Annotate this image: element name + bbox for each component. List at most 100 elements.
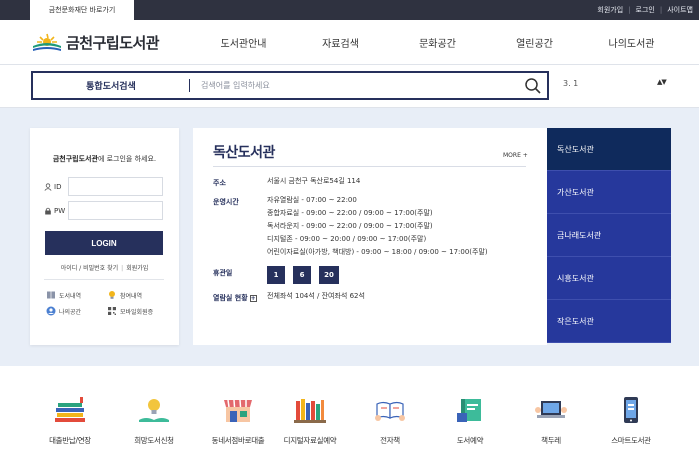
logo-text: 금천구립도서관 xyxy=(66,33,160,52)
quick-loan-return[interactable]: 대출반납/연장 xyxy=(30,396,110,446)
pw-row: PW xyxy=(44,201,163,220)
hours-line: 종합자료실 - 09:00 ~ 22:00 / 09:00 ~ 17:00(주말… xyxy=(267,209,433,217)
password-input[interactable] xyxy=(68,201,163,220)
quick-book-reservation-label: 도서예약 xyxy=(456,436,484,445)
hours-list: 자유열람실 - 07:00 ~ 22:00 종합자료실 - 09:00 ~ 22… xyxy=(267,194,488,259)
holiday-badge: 1 xyxy=(267,266,285,284)
quick-participation[interactable]: 참여내역 xyxy=(107,290,142,300)
separator: | xyxy=(121,265,124,272)
more-link[interactable]: MORE + xyxy=(503,152,528,159)
tab-doksan[interactable]: 독산도서관 xyxy=(547,128,671,171)
quick-my-space-label: 나의공간 xyxy=(59,308,82,316)
books-stack-icon xyxy=(55,397,85,422)
quick-smart-library[interactable]: 스마트도서관 xyxy=(591,396,671,446)
separator: | xyxy=(659,6,663,14)
quick-bookdure[interactable]: 책두레 xyxy=(511,396,591,446)
quick-book-reservation[interactable]: 도서예약 xyxy=(430,396,510,446)
book-icon xyxy=(47,291,55,299)
quick-book-request-label: 희망도서신청 xyxy=(134,436,174,445)
quick-menu: 대출반납/연장 희망도서신청 동네서점바로대출 디지털자료실예약 전자책 도서예… xyxy=(0,366,699,466)
hours-line: 어린이자료실(아가방, 책대방) - 09:00 ~ 18:00 / 09:00… xyxy=(267,248,488,256)
header: 금천구립도서관 도서관안내 자료검색 문화공간 열린공간 나의도서관 xyxy=(0,20,699,65)
branch-tabs: 독산도서관 가산도서관 금나래도서관 시흥도서관 작은도서관 xyxy=(547,128,671,345)
id-row: ID xyxy=(44,177,163,196)
find-account-link[interactable]: 아이디 / 비밀번호 찾기 xyxy=(61,265,118,272)
quick-smart-library-label: 스마트도서관 xyxy=(611,436,651,445)
seat-status-value: 전체좌석 104석 / 잔여좌석 62석 xyxy=(267,292,365,300)
quick-book-history-label: 도서내역 xyxy=(59,292,82,300)
tab-gasan[interactable]: 가산도서관 xyxy=(547,171,671,214)
nav-my-library[interactable]: 나의도서관 xyxy=(583,20,680,65)
bulb-book-icon xyxy=(139,399,169,422)
holiday-badge: 20 xyxy=(319,266,339,284)
bookshelf-icon xyxy=(294,399,326,423)
greeting-text: 에 로그인을 하세요. xyxy=(97,155,157,163)
tab-small-library[interactable]: 작은도서관 xyxy=(547,300,671,343)
quick-book-request[interactable]: 희망도서신청 xyxy=(114,396,194,446)
login-sublinks: 아이디 / 비밀번호 찾기 | 회원가입 xyxy=(30,263,179,272)
bulb-icon xyxy=(109,291,115,299)
id-label: ID xyxy=(44,183,68,191)
utility-links: 회원가입 | 로그인 | 사이트맵 xyxy=(597,0,693,20)
search-row: 통합도서검색 3. 1 ▲▼ xyxy=(0,65,699,108)
seat-status-label-text: 열람실 현황 xyxy=(213,294,248,302)
id-input[interactable] xyxy=(68,177,163,196)
search-label[interactable]: 통합도서검색 xyxy=(33,79,189,92)
address-value: 서울시 금천구 독산로54길 114 xyxy=(267,177,361,185)
divider xyxy=(189,79,190,92)
site-logo[interactable]: 금천구립도서관 xyxy=(32,31,160,53)
quick-bookstore-loan-label: 동네서점바로대출 xyxy=(211,436,265,445)
top-bar: 금천문화재단 바로가기 회원가입 | 로그인 | 사이트맵 xyxy=(0,0,699,20)
login-box: 금천구립도서관에 로그인을 하세요. ID PW LOGIN 아이디 / 비밀번… xyxy=(30,128,179,345)
holiday-badge: 6 xyxy=(293,266,311,284)
holiday-list: 1 6 20 xyxy=(267,266,347,284)
separator: | xyxy=(628,6,631,14)
tab-geumnarae[interactable]: 금나래도서관 xyxy=(547,214,671,257)
nav-library-info[interactable]: 도서관안내 xyxy=(195,20,292,65)
join-link[interactable]: 회원가입 xyxy=(126,265,148,272)
login-link[interactable]: 로그인 xyxy=(636,5,655,15)
nav-culture[interactable]: 문화공간 xyxy=(389,20,486,65)
nav-search[interactable]: 자료검색 xyxy=(292,20,389,65)
search-icon[interactable] xyxy=(524,77,542,95)
address-label: 주소 xyxy=(213,179,226,187)
bookstore-icon xyxy=(224,399,252,422)
id-label-text: ID xyxy=(54,182,62,191)
notice-text[interactable]: 3. 1 xyxy=(563,79,578,88)
pw-label: PW xyxy=(44,207,68,215)
open-book-hands-icon xyxy=(375,401,405,421)
divider xyxy=(44,279,164,280)
login-button[interactable]: LOGIN xyxy=(45,231,163,255)
sitemap-link[interactable]: 사이트맵 xyxy=(667,5,693,15)
notice-arrows-icon[interactable]: ▲▼ xyxy=(657,78,667,86)
quick-ebook[interactable]: 전자책 xyxy=(350,396,430,446)
library-title: 독산도서관 xyxy=(213,145,275,161)
foundation-link[interactable]: 금천문화재단 바로가기 xyxy=(30,0,134,20)
plus-icon[interactable]: + xyxy=(249,294,257,302)
hours-line: 자유열람실 - 07:00 ~ 22:00 xyxy=(267,196,357,204)
quick-bookdure-label: 책두레 xyxy=(541,436,561,445)
hours-line: 디지털존 - 09:00 ~ 20:00 / 09:00 ~ 17:00(주말) xyxy=(267,235,427,243)
quick-digital-reservation-label: 디지털자료실예약 xyxy=(283,436,337,445)
greeting-library-name: 금천구립도서관 xyxy=(52,155,98,163)
seat-status-label[interactable]: 열람실 현황 + xyxy=(213,293,257,303)
quick-book-history[interactable]: 도서내역 xyxy=(46,290,81,300)
smartphone-icon xyxy=(624,397,638,423)
quick-my-space[interactable]: 나의공간 xyxy=(46,306,81,316)
quick-bookstore-loan[interactable]: 동네서점바로대출 xyxy=(198,396,278,446)
signup-link[interactable]: 회원가입 xyxy=(597,5,623,15)
tab-siheung[interactable]: 시흥도서관 xyxy=(547,257,671,300)
search-input[interactable] xyxy=(201,75,521,96)
library-info-panel: 독산도서관 MORE + 주소 서울시 금천구 독산로54길 114 운영시간 … xyxy=(193,128,547,345)
quick-digital-reservation[interactable]: 디지털자료실예약 xyxy=(270,396,350,446)
pw-label-text: PW xyxy=(54,206,66,215)
login-greeting: 금천구립도서관에 로그인을 하세요. xyxy=(30,154,179,164)
laptop-icon xyxy=(535,401,567,418)
divider xyxy=(213,166,526,167)
logo-mark-icon xyxy=(33,33,61,51)
quick-participation-label: 참여내역 xyxy=(120,292,143,300)
quick-loan-return-label: 대출반납/연장 xyxy=(49,436,91,445)
qr-code-icon xyxy=(108,307,116,315)
nav-open-space[interactable]: 열린공간 xyxy=(486,20,583,65)
quick-mobile-card[interactable]: 모바일회원증 xyxy=(107,306,153,316)
